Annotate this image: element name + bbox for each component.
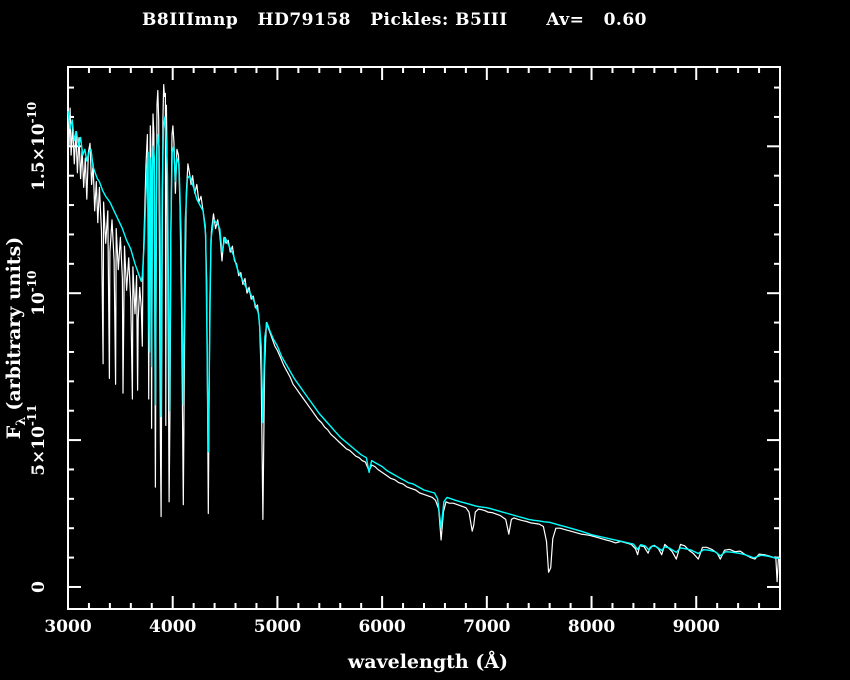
x-tick-labels: 3000 4000 5000 6000 7000 8000 9000 [44, 617, 720, 637]
y-tick-label: 5×10-11 [25, 404, 49, 475]
x-tick-label: 6000 [358, 617, 405, 637]
x-axis-title: wavelength (Å) [347, 650, 508, 673]
x-tick-label: 5000 [254, 617, 301, 637]
plot-frame [68, 67, 780, 609]
spectrum-plot: 3000 4000 5000 6000 7000 8000 9000 0 5×10-11 10-… [0, 0, 850, 680]
x-tick-label: 4000 [149, 617, 196, 637]
y-tick-labels: 0 5×10-11 10-10 1.5×10-10 [25, 102, 49, 593]
axis-ticks [68, 67, 780, 609]
y-tick-label: 10-10 [25, 271, 49, 316]
template-spectrum-line [68, 111, 780, 558]
x-tick-label: 3000 [44, 617, 91, 637]
x-tick-label: 9000 [673, 617, 720, 637]
y-tick-label: 0 [29, 581, 49, 593]
x-tick-label: 8000 [568, 617, 615, 637]
y-tick-label: 1.5×10-10 [25, 102, 49, 191]
spectrum-viewer-window: B8IIImnp HD79158 Pickles: B5III Av= 0.60… [0, 0, 850, 680]
x-tick-label: 7000 [463, 617, 510, 637]
